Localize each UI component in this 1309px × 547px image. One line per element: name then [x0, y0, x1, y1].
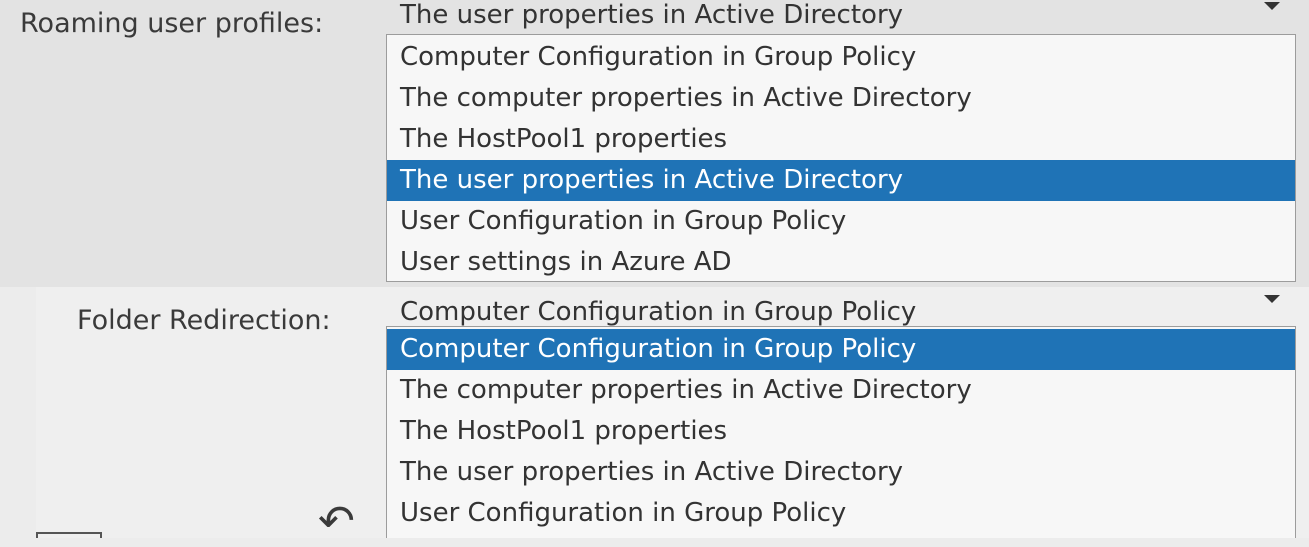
- chevron-down-icon[interactable]: [1264, 2, 1280, 10]
- roaming-option-user-properties[interactable]: The user properties in Active Directory: [387, 160, 1295, 201]
- chevron-down-icon[interactable]: [1264, 295, 1280, 303]
- folder-redirection-selected-value: Computer Configuration in Group Policy: [400, 297, 917, 327]
- partial-button[interactable]: [36, 532, 102, 538]
- roaming-profiles-label: Roaming user profiles:: [20, 8, 324, 39]
- roaming-profiles-option-list: Computer Configuration in Group Policy T…: [386, 34, 1296, 282]
- undo-arrow-icon[interactable]: ↶: [318, 500, 355, 544]
- folder-option-user-properties[interactable]: The user properties in Active Directory: [387, 452, 1295, 493]
- roaming-option-hostpool1-properties[interactable]: The HostPool1 properties: [387, 119, 1295, 160]
- roaming-option-computer-properties[interactable]: The computer properties in Active Direct…: [387, 78, 1295, 119]
- roaming-profiles-dropdown[interactable]: The user properties in Active Directory: [386, 0, 1296, 36]
- folder-option-computer-configuration[interactable]: Computer Configuration in Group Policy: [387, 329, 1295, 370]
- folder-option-user-configuration[interactable]: User Configuration in Group Policy: [387, 493, 1295, 534]
- folder-redirection-option-list: Computer Configuration in Group Policy T…: [386, 326, 1296, 538]
- roaming-option-azure-ad-settings[interactable]: User settings in Azure AD: [387, 242, 1295, 283]
- roaming-profiles-selected-value: The user properties in Active Directory: [400, 0, 904, 30]
- folder-option-hostpool1-properties[interactable]: The HostPool1 properties: [387, 411, 1295, 452]
- folder-option-computer-properties[interactable]: The computer properties in Active Direct…: [387, 370, 1295, 411]
- roaming-option-computer-configuration[interactable]: Computer Configuration in Group Policy: [387, 37, 1295, 78]
- folder-redirection-dropdown[interactable]: Computer Configuration in Group Policy: [386, 292, 1296, 328]
- roaming-option-user-configuration[interactable]: User Configuration in Group Policy: [387, 201, 1295, 242]
- folder-redirection-label: Folder Redirection:: [77, 305, 331, 336]
